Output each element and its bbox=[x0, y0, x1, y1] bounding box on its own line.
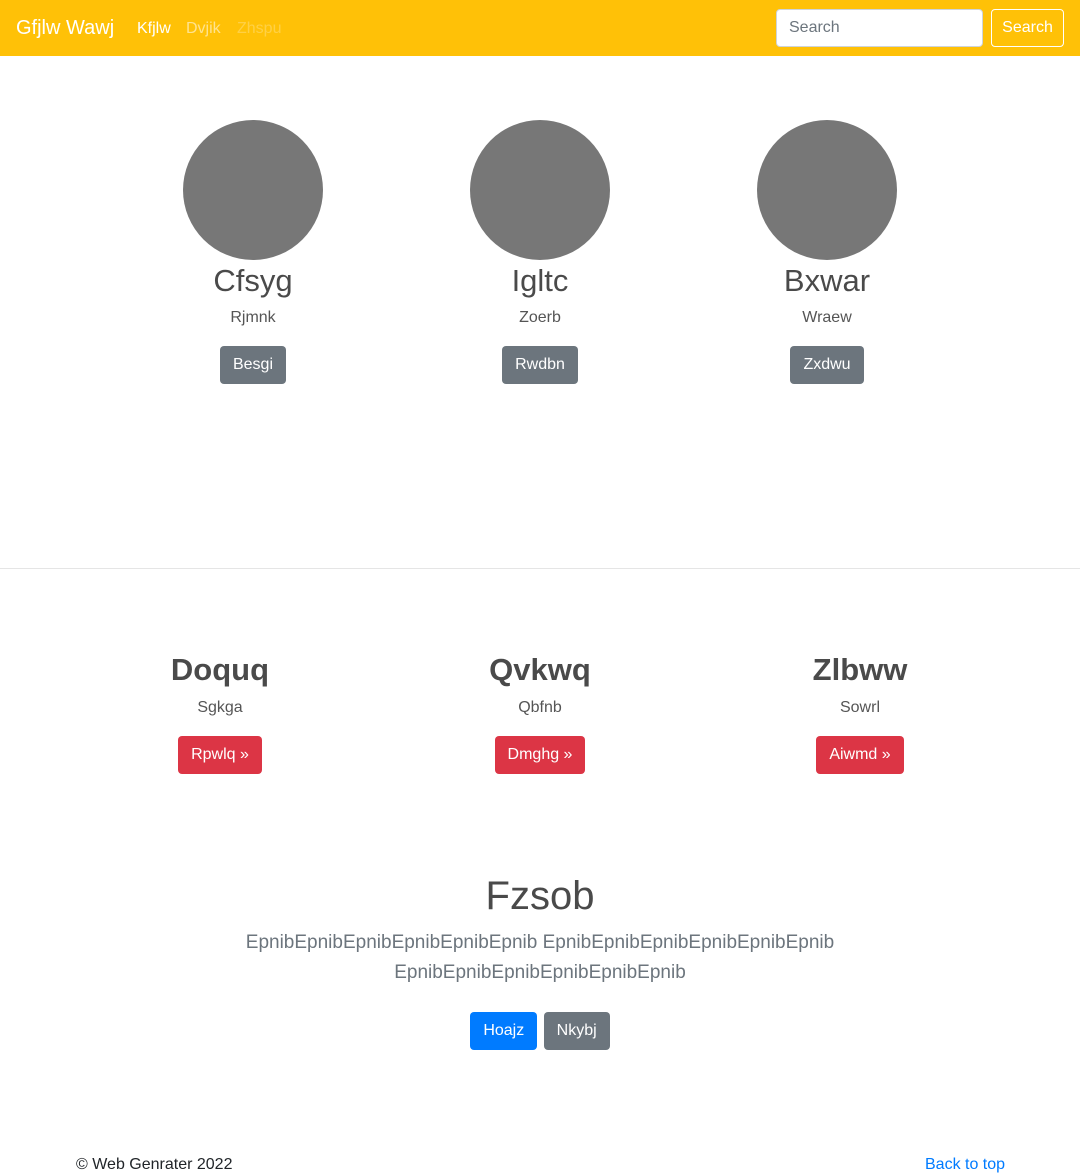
feature-title: Zlbww bbox=[812, 652, 908, 687]
profile-name: Igltc bbox=[511, 263, 569, 298]
hero-title: Fzsob bbox=[485, 874, 595, 918]
profile-card-1: Cfsyg Rjmnk Besgi bbox=[153, 120, 353, 384]
profile-subtitle: Wraew bbox=[802, 309, 852, 326]
nav-link-2[interactable]: Dvjik bbox=[186, 19, 221, 39]
avatar bbox=[470, 120, 610, 260]
feature-column-3: Zlbww Sowrl Aiwmd » bbox=[740, 648, 980, 774]
feature-button[interactable]: Rpwlq » bbox=[178, 736, 262, 774]
hero-section: Fzsob EpnibEpnibEpnibEpnibEpnibEpnib Epn… bbox=[0, 870, 1080, 1050]
feature-column-2: Qvkwq Qbfnb Dmghg » bbox=[420, 648, 660, 774]
feature-button[interactable]: Aiwmd » bbox=[816, 736, 904, 774]
section-divider bbox=[0, 568, 1080, 569]
feature-title: Qvkwq bbox=[489, 652, 591, 687]
profile-name: Cfsyg bbox=[213, 263, 293, 298]
feature-subtitle: Sgkga bbox=[197, 699, 243, 716]
avatar bbox=[183, 120, 323, 260]
hero-text: EpnibEpnibEpnibEpnibEpnibEpnib EpnibEpni… bbox=[245, 932, 835, 983]
feature-column-1: Doquq Sgkga Rpwlq » bbox=[100, 648, 340, 774]
footer-copyright: © Web Genrater 2022 bbox=[76, 1156, 233, 1173]
profile-button[interactable]: Rwdbn bbox=[502, 346, 578, 384]
nav-link-3-disabled: Zhspu bbox=[237, 20, 282, 37]
navbar: Gfjlw Wawj Kfjlw Dvjik Zhspu Search bbox=[0, 0, 1080, 56]
feature-button[interactable]: Dmghg » bbox=[494, 736, 586, 774]
search-input[interactable] bbox=[776, 9, 983, 47]
hero-buttons: Hoajz Nkybj bbox=[0, 1012, 1080, 1050]
feature-subtitle: Sowrl bbox=[839, 699, 880, 716]
back-to-top-link[interactable]: Back to top bbox=[925, 1155, 1005, 1175]
search-button[interactable]: Search bbox=[991, 9, 1064, 47]
profile-button[interactable]: Zxdwu bbox=[790, 346, 864, 384]
navbar-brand[interactable]: Gfjlw Wawj bbox=[16, 16, 114, 40]
feature-subtitle: Qbfnb bbox=[518, 699, 562, 716]
profile-subtitle: Rjmnk bbox=[230, 309, 276, 326]
profile-name: Bxwar bbox=[783, 263, 871, 298]
hero-secondary-button[interactable]: Nkybj bbox=[543, 1012, 610, 1050]
profile-card-3: Bxwar Wraew Zxdwu bbox=[727, 120, 927, 384]
profile-button[interactable]: Besgi bbox=[219, 346, 287, 384]
avatar bbox=[757, 120, 897, 260]
profile-subtitle: Zoerb bbox=[519, 309, 561, 326]
feature-title: Doquq bbox=[170, 652, 270, 687]
profile-card-2: Igltc Zoerb Rwdbn bbox=[440, 120, 640, 384]
nav-link-1[interactable]: Kfjlw bbox=[137, 19, 171, 39]
hero-primary-button[interactable]: Hoajz bbox=[470, 1012, 538, 1050]
